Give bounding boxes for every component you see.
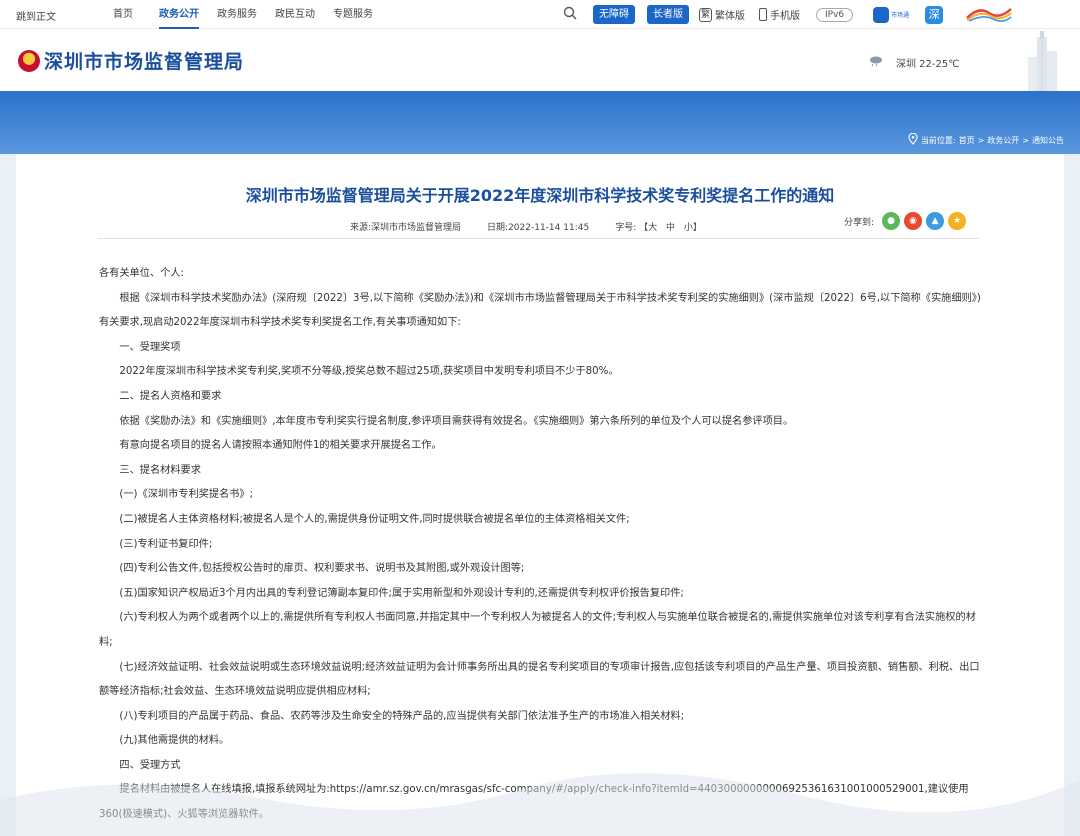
breadcrumb-sep: >: [1022, 135, 1029, 145]
weibo-share-icon[interactable]: ◉: [904, 212, 923, 230]
article-paragraph: (五)国家知识产权局近3个月内出具的专利登记簿副本复印件;属于实用新型和外观设计…: [119, 587, 684, 599]
article-paragraph: 四、受理方式: [119, 759, 181, 771]
weather-text: 深圳 22-25℃: [896, 59, 960, 70]
font-size-large[interactable]: 大: [648, 223, 657, 233]
article-paragraph: (二)被提名人主体资格材料;被提名人是个人的,需提供身份证明文件,同时提供联合被…: [119, 513, 630, 525]
location-pin-icon: [908, 132, 918, 147]
article-paragraph: (六)专利权人为两个或者两个以上的,需提供所有专利权人书面同意,并指定其中一个专…: [99, 612, 976, 648]
traditional-label: 繁体版: [715, 11, 746, 22]
mobile-label: 手机版: [770, 11, 801, 22]
article-paragraph: 依据《奖励办法》和《实施细则》,本年度市专利奖实行提名制度,参评项目需获得有效提…: [119, 415, 794, 427]
share-bar: 分享到: ● ◉ ▲ ★: [844, 212, 967, 230]
nav-item[interactable]: 政务服务: [217, 0, 257, 29]
article-paragraph: (一)《深圳市专利奖提名书》;: [119, 489, 254, 501]
elder-mode-button[interactable]: 长者版: [647, 5, 689, 24]
top-bar: 跳到正文 首页 政务公开 政务服务 政民互动 专题服务 无障碍 长者版 繁 繁体版 手机…: [0, 0, 1080, 29]
site-logo[interactable]: 深圳市市场监督管理局: [18, 47, 244, 74]
traditional-icon: 繁: [699, 7, 713, 22]
article-body: 各有关单位、个人: 根据《深圳市科学技术奖励办法》(深府规〔2022〕3号,以下简…: [99, 262, 989, 828]
toolbar: 无障碍 长者版 繁 繁体版 手机版 IPv6 市场通 深: [563, 4, 1013, 25]
ipv6-badge: IPv6: [816, 7, 854, 22]
skip-to-content-link[interactable]: 跳到正文: [16, 8, 56, 23]
article-paragraph: (三)专利证书复印件;: [119, 538, 213, 550]
city-building-icon: [1022, 31, 1062, 91]
article-source: 来源:深圳市市场监督管理局: [350, 223, 462, 233]
article-paragraph: 一、受理奖项: [119, 341, 181, 353]
article-paragraph: 2022年度深圳市科学技术奖专利奖,奖项不分等级,授奖总数不超过25项,获奖项目…: [119, 366, 619, 378]
article-paragraph: (八)专利项目的产品属于药品、食品、农药等涉及生命安全的特殊产品的,应当提供有关…: [119, 710, 685, 722]
article-paragraph: 有意向提名项目的提名人请按照本通知附件1的相关要求开展提名工作。: [119, 440, 442, 452]
article-paragraph: 二、提名人资格和要求: [119, 390, 222, 402]
divider: [98, 238, 980, 239]
breadcrumb: 当前位置: 首页 > 政务公开 > 通知公告: [908, 132, 1064, 147]
sz-app-icon[interactable]: 深: [925, 5, 944, 24]
search-icon[interactable]: [563, 6, 577, 23]
site-title: 深圳市市场监督管理局: [44, 51, 245, 73]
font-size-control: 字号: 【大 中 小】: [615, 223, 702, 233]
nav-item[interactable]: 政民互动: [275, 0, 315, 29]
traditional-chinese-link[interactable]: 繁 繁体版: [699, 7, 745, 22]
nav-item[interactable]: 专题服务: [333, 0, 373, 29]
article-paragraph: 提名材料由被提名人在线填报,填报系统网址为:https://amr.sz.gov…: [99, 784, 969, 821]
article-paragraph: 三、提名材料要求: [119, 464, 201, 476]
nav-item[interactable]: 政务公开: [159, 0, 199, 29]
article-paragraph: (九)其他需提供的材料。: [119, 735, 230, 747]
article-paragraph: (四)专利公告文件,包括授权公告时的扉页、权利要求书、说明书及其附图,或外观设计…: [119, 563, 525, 575]
breadcrumb-label: 当前位置:: [920, 135, 956, 145]
site-header: 深圳市市场监督管理局 深圳 22-25℃: [0, 29, 1080, 91]
breadcrumb-notices[interactable]: 通知公告: [1032, 135, 1064, 146]
nav-item[interactable]: 首页: [113, 0, 133, 29]
emblem-icon: [18, 49, 40, 72]
accessibility-button[interactable]: 无障碍: [593, 5, 635, 24]
article-title: 深圳市市场监督管理局关于开展2022年度深圳市科学技术奖专利奖提名工作的通知: [245, 186, 835, 205]
breadcrumb-gov-affairs[interactable]: 政务公开: [987, 135, 1019, 146]
article-paragraph: (七)经济效益证明、社会效益说明或生态环境效益说明;经济效益证明为会计师事务所出…: [99, 661, 980, 698]
font-size-medium[interactable]: 中: [666, 223, 675, 233]
font-size-small[interactable]: 小: [684, 223, 693, 233]
article-paragraph: 各有关单位、个人:: [99, 268, 184, 279]
shenzhen-logo-icon: [965, 4, 1013, 25]
wechat-share-icon[interactable]: ●: [882, 212, 901, 230]
cloud-rain-icon: [868, 55, 884, 70]
weather-widget: 深圳 22-25℃: [868, 55, 959, 70]
qq-share-icon[interactable]: ▲: [926, 212, 945, 230]
qzone-share-icon[interactable]: ★: [948, 212, 967, 230]
mobile-version-link[interactable]: 手机版: [759, 7, 800, 22]
market-app-icon[interactable]: 市场通: [873, 6, 909, 23]
breadcrumb-home[interactable]: 首页: [959, 135, 975, 146]
main-nav: 首页 政务公开 政务服务 政民互动 专题服务: [113, 0, 391, 29]
phone-icon: [759, 8, 768, 21]
article-panel: 深圳市市场监督管理局关于开展2022年度深圳市科学技术奖专利奖提名工作的通知 来…: [16, 154, 1064, 836]
article-date: 日期:2022-11-14 11:45: [487, 223, 590, 233]
article-meta: 来源:深圳市市场监督管理局 日期:2022-11-14 11:45 字号: 【大…: [350, 220, 702, 233]
article-paragraph: 根据《深圳市科学技术奖励办法》(深府规〔2022〕3号,以下简称《奖励办法》)和…: [99, 292, 981, 329]
share-label: 分享到:: [844, 217, 875, 228]
breadcrumb-sep: >: [977, 135, 985, 145]
